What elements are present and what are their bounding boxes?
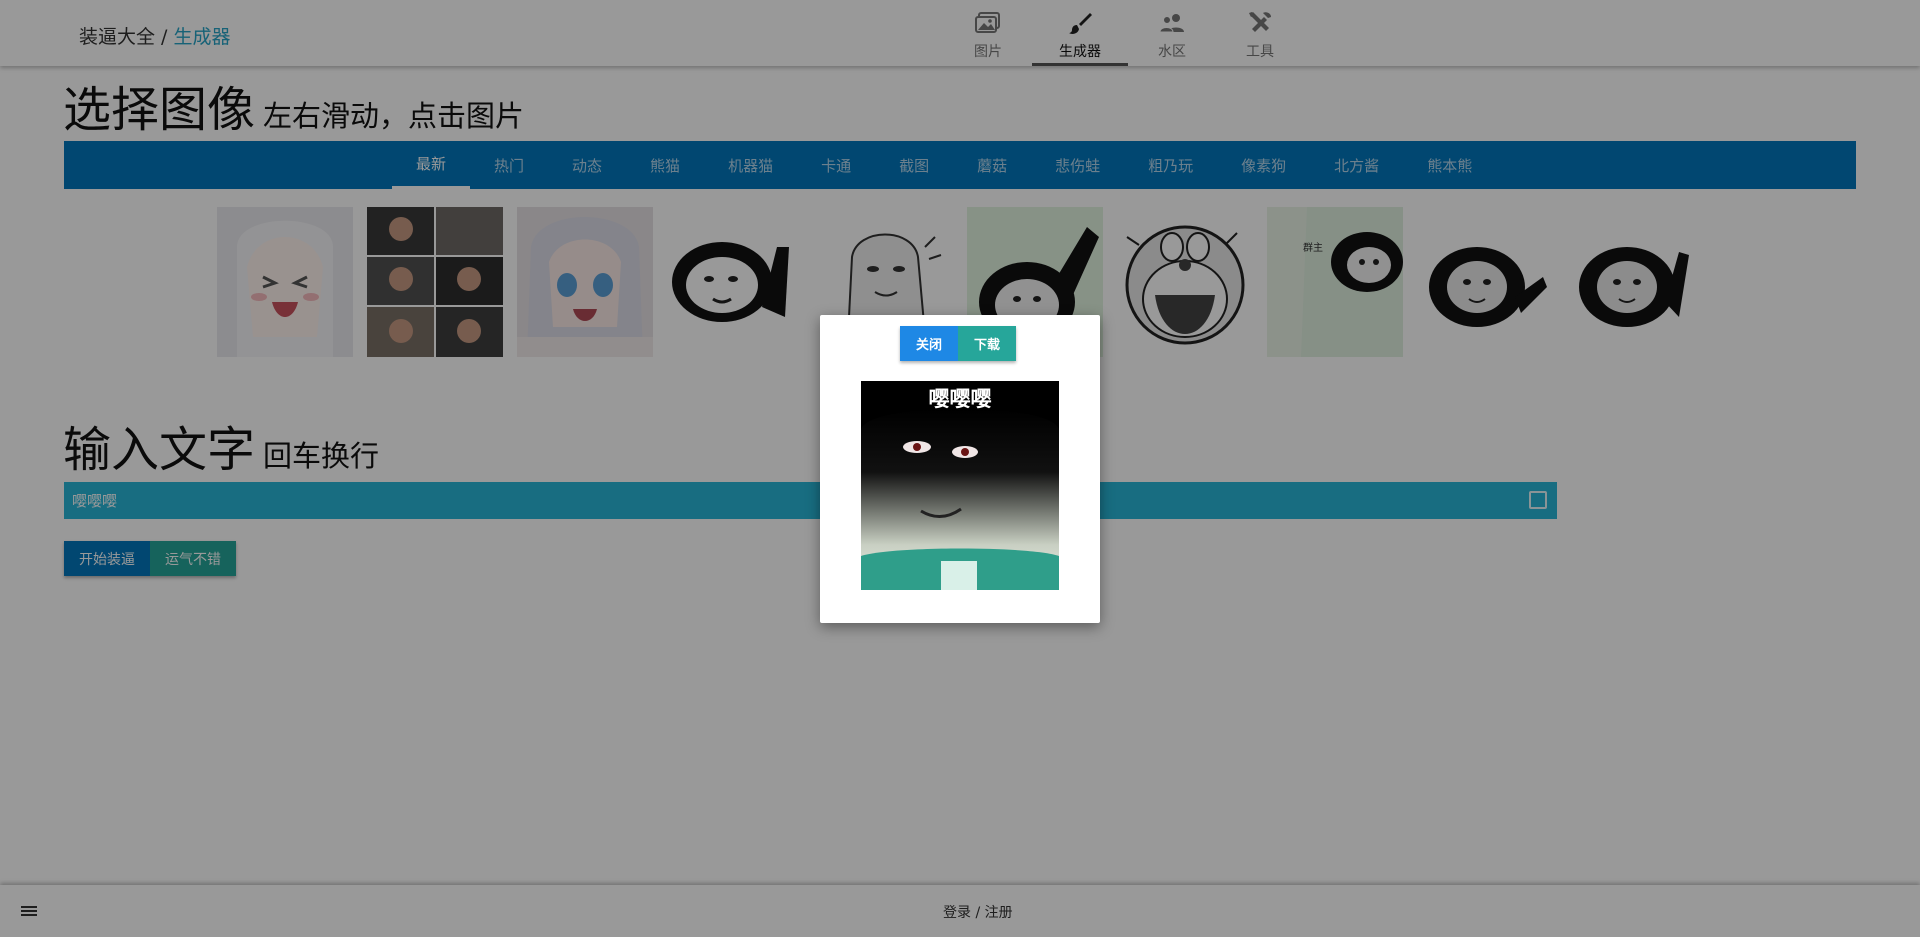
- preview-modal: 关闭 下载 嘤嘤嘤: [820, 315, 1100, 623]
- download-button[interactable]: 下载: [958, 326, 1017, 361]
- preview-caption: 嘤嘤嘤: [928, 387, 992, 411]
- modal-buttons: 关闭 下载: [900, 326, 1017, 361]
- close-button[interactable]: 关闭: [900, 326, 959, 361]
- generated-image-preview: 嘤嘤嘤: [861, 381, 1059, 590]
